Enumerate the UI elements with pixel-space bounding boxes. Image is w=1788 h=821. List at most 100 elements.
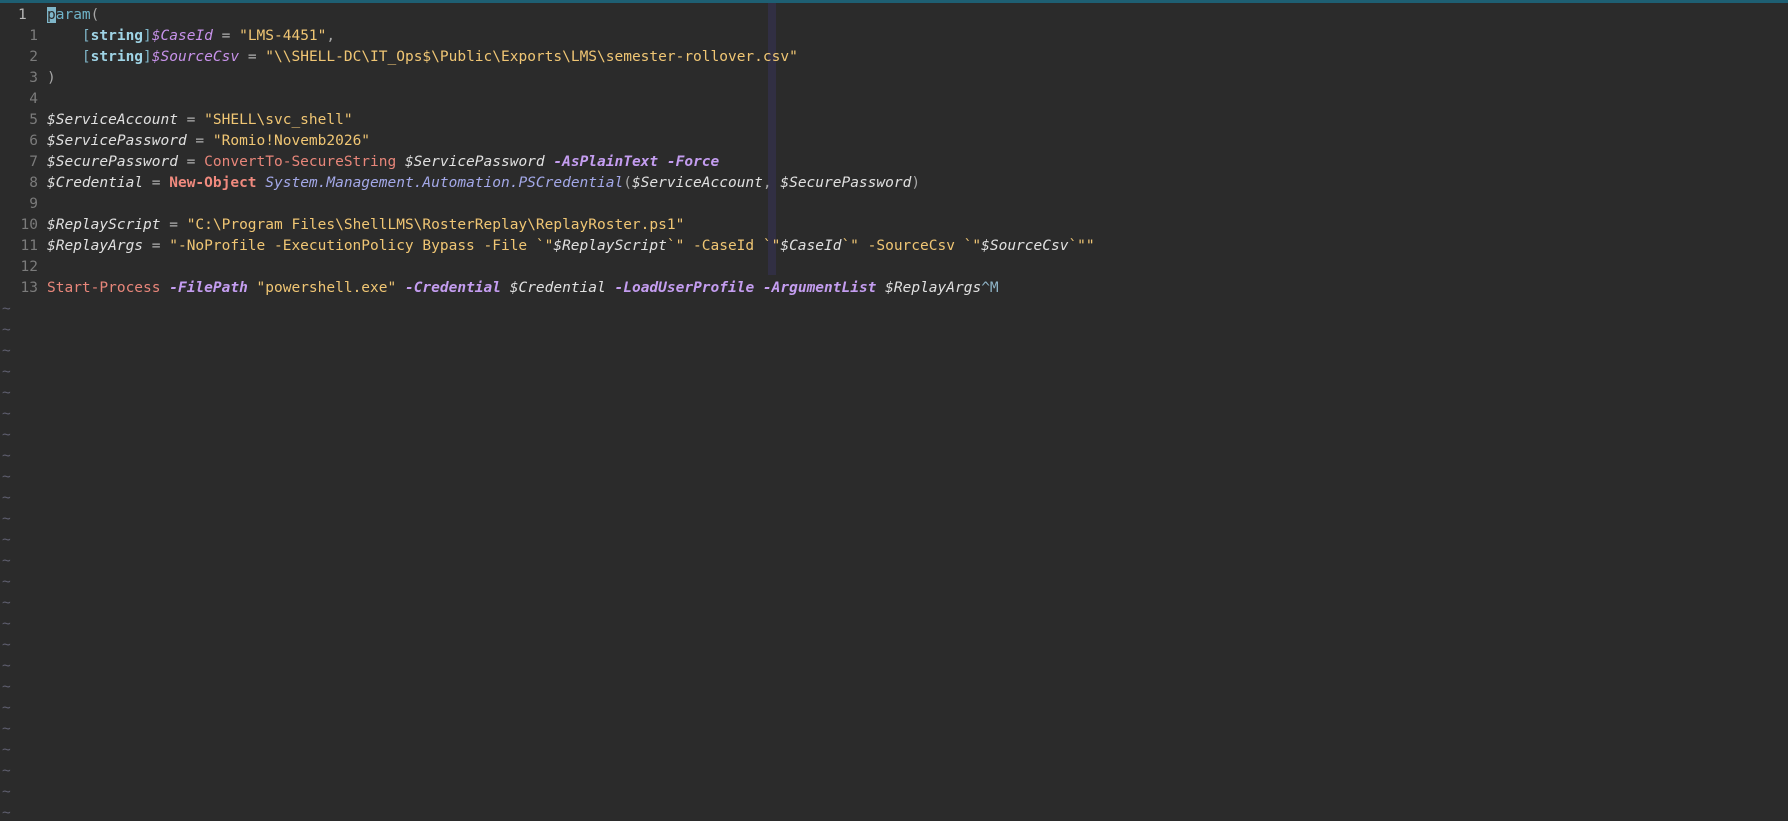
code-line[interactable]: 3) xyxy=(0,68,1788,89)
empty-line-marker: ~ xyxy=(2,784,11,800)
code-token: = xyxy=(212,28,240,44)
code-token: "\\SHELL-DC\IT_Ops$\Public\Exports\LMS\s… xyxy=(265,49,798,65)
editor-lines[interactable]: 1 param(1 [string]$CaseId = "LMS-4451", 2 … xyxy=(0,5,1788,821)
empty-line-marker: ~ xyxy=(2,301,11,317)
code-token: $ReplayArgs xyxy=(47,238,144,254)
code-text[interactable] xyxy=(47,89,1788,110)
code-token: string xyxy=(90,28,144,44)
code-line[interactable]: 4 xyxy=(0,89,1788,110)
empty-line-marker: ~ xyxy=(2,574,11,590)
code-editor[interactable]: 1 param(1 [string]$CaseId = "LMS-4451", 2 … xyxy=(0,0,1788,821)
empty-line-marker: ~ xyxy=(2,721,11,737)
editor-top-accent-bar xyxy=(0,0,1788,3)
empty-line-marker: ~ xyxy=(2,616,11,632)
empty-line-marker: ~ xyxy=(2,763,11,779)
code-token: $ReplayArgs xyxy=(885,280,982,296)
code-text[interactable]: Start-Process -FilePath "powershell.exe"… xyxy=(47,278,1788,299)
code-token: ^M xyxy=(981,280,999,296)
code-token: = xyxy=(143,238,170,254)
code-text[interactable]: [string]$SourceCsv = "\\SHELL-DC\IT_Ops$… xyxy=(47,47,1788,68)
line-number: 6 xyxy=(29,133,38,149)
empty-line-marker: ~ xyxy=(2,805,11,821)
code-token: "-NoProfile -ExecutionPolicy Bypass -Fil… xyxy=(169,238,554,254)
code-token: -FilePath xyxy=(169,280,248,296)
code-token: = xyxy=(177,112,205,128)
code-text[interactable]: $SecurePassword = ConvertTo-SecureString… xyxy=(47,152,1788,173)
empty-line-marker: ~ xyxy=(2,742,11,758)
code-token: = xyxy=(186,133,213,149)
line-number: 13 xyxy=(20,280,38,296)
code-token: string xyxy=(90,49,144,65)
code-text[interactable]: ) xyxy=(47,68,1788,89)
code-line[interactable]: 2 [string]$SourceCsv = "\\SHELL-DC\IT_Op… xyxy=(0,47,1788,68)
empty-line-marker: ~ xyxy=(2,364,11,380)
code-token: $CaseId xyxy=(151,28,213,44)
code-token: ConvertTo-SecureString xyxy=(204,154,397,170)
code-text[interactable] xyxy=(47,194,1788,215)
code-token: `"" xyxy=(1068,238,1095,254)
code-token: $SecurePassword xyxy=(780,175,912,191)
code-token: ] xyxy=(143,49,152,65)
code-token: Start-Process xyxy=(47,280,161,296)
empty-line-marker: ~ xyxy=(2,385,11,401)
code-token: $ServiceAccount xyxy=(47,112,178,128)
code-token: $SecurePassword xyxy=(47,154,178,170)
empty-line-marker: ~ xyxy=(2,322,11,338)
code-text[interactable]: param( xyxy=(47,5,1788,26)
code-text[interactable]: $ReplayArgs = "-NoProfile -ExecutionPoli… xyxy=(47,236,1788,257)
code-text[interactable]: [string]$CaseId = "LMS-4451", xyxy=(47,26,1788,47)
empty-line-marker: ~ xyxy=(2,427,11,443)
code-text[interactable]: $Credential = New-Object System.Manageme… xyxy=(47,173,1788,194)
code-token: $CaseId xyxy=(780,238,842,254)
code-token: `" -SourceCsv `" xyxy=(841,238,982,254)
code-token: `" -CaseId `" xyxy=(666,238,781,254)
text-cursor: p xyxy=(47,7,56,23)
code-token: -Force xyxy=(666,154,720,170)
line-number: 1 xyxy=(18,7,27,23)
empty-line-marker: ~ xyxy=(2,532,11,548)
code-line[interactable]: 12 xyxy=(0,257,1788,278)
code-token: -LoadUserProfile xyxy=(614,280,755,296)
code-line[interactable]: 1 [string]$CaseId = "LMS-4451", xyxy=(0,26,1788,47)
line-number: 9 xyxy=(29,196,38,212)
code-text[interactable]: $ServicePassword = "Romio!Novemb2026" xyxy=(47,131,1788,152)
code-line[interactable]: 13 Start-Process -FilePath "powershell.ex… xyxy=(0,278,1788,299)
code-line[interactable]: 10 $ReplayScript = "C:\Program Files\Shel… xyxy=(0,215,1788,236)
empty-line-marker: ~ xyxy=(2,490,11,506)
code-line[interactable]: 7 $SecurePassword = ConvertTo-SecureStrin… xyxy=(0,152,1788,173)
empty-line-marker: ~ xyxy=(2,469,11,485)
code-line[interactable]: 8 $Credential = New-Object System.Managem… xyxy=(0,173,1788,194)
empty-line-marker: ~ xyxy=(2,658,11,674)
code-text[interactable] xyxy=(47,257,1788,278)
code-token: $Credential xyxy=(47,175,144,191)
code-line[interactable]: 11 $ReplayArgs = "-NoProfile -ExecutionPo… xyxy=(0,236,1788,257)
code-token: = xyxy=(239,49,266,65)
code-token: $Credential xyxy=(509,280,606,296)
empty-line-marker: ~ xyxy=(2,637,11,653)
line-number: 8 xyxy=(29,175,38,191)
line-number: 1 xyxy=(29,28,38,44)
code-token: ( xyxy=(90,7,100,23)
code-line[interactable]: 5 $ServiceAccount = "SHELL\svc_shell" xyxy=(0,110,1788,131)
code-text[interactable]: $ServiceAccount = "SHELL\svc_shell" xyxy=(47,110,1788,131)
code-text[interactable]: $ReplayScript = "C:\Program Files\ShellL… xyxy=(47,215,1788,236)
code-token: $ServicePassword xyxy=(47,133,187,149)
line-number: 7 xyxy=(29,154,38,170)
code-token: System.Management.Automation.PSCredentia… xyxy=(265,175,624,191)
code-token: [ xyxy=(81,49,91,65)
line-number: 3 xyxy=(29,70,38,86)
code-line[interactable]: 1 param( xyxy=(0,5,1788,26)
code-token: "powershell.exe" xyxy=(256,280,397,296)
empty-line-marker: ~ xyxy=(2,511,11,527)
code-line[interactable]: 6 $ServicePassword = "Romio!Novemb2026" xyxy=(0,131,1788,152)
code-token: $ReplayScript xyxy=(47,217,161,233)
code-token: $ReplayScript xyxy=(553,238,667,254)
code-token: ( xyxy=(623,175,632,191)
code-line[interactable]: 9 xyxy=(0,194,1788,215)
